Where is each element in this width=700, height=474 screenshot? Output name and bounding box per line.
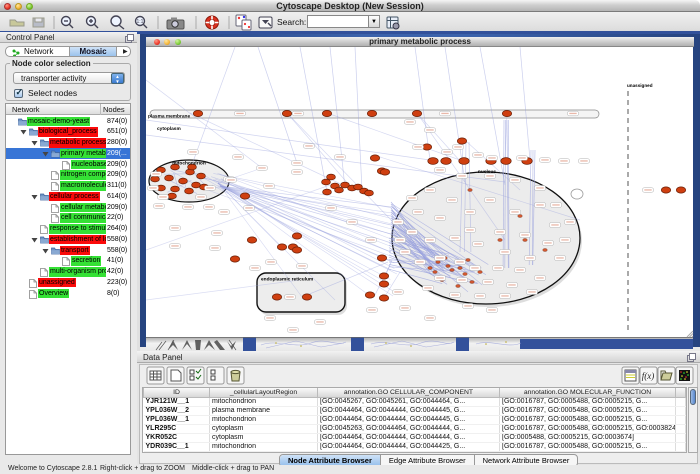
svg-text:mitochondrion: mitochondrion xyxy=(172,161,206,167)
svg-text:unassigned: unassigned xyxy=(627,83,653,88)
svg-text:plasma membrane: plasma membrane xyxy=(148,114,190,120)
svg-text:f(x): f(x) xyxy=(642,371,655,381)
svg-text:nucleus: nucleus xyxy=(478,169,496,175)
svg-text:1:1: 1:1 xyxy=(137,19,144,25)
svg-text:endoplasmic reticulum: endoplasmic reticulum xyxy=(261,277,313,283)
svg-text:cytoplasm: cytoplasm xyxy=(157,126,181,132)
